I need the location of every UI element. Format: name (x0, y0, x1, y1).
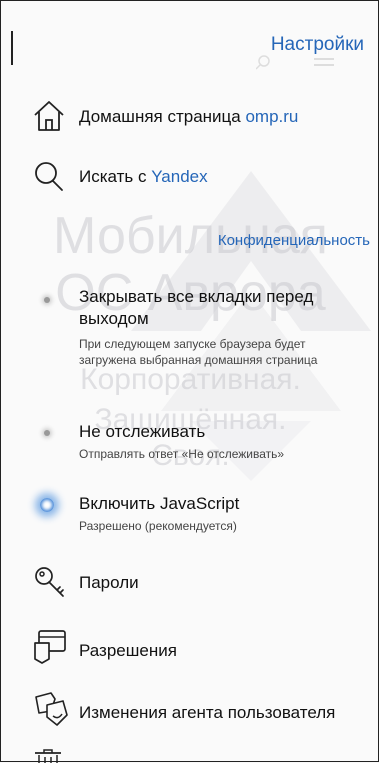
do-not-track-title: Не отслеживать (79, 422, 206, 441)
home-icon (33, 99, 65, 133)
faint-toolbar-icons (256, 55, 334, 70)
passwords-label: Пароли (79, 573, 139, 592)
search-engine-setting[interactable]: Искать с Yandex (1, 159, 379, 195)
close-tabs-option[interactable]: Закрывать все вкладки перед выходом При … (1, 286, 379, 396)
javascript-description: Разрешено (рекомендуется) (79, 519, 237, 533)
do-not-track-switch[interactable] (41, 427, 53, 439)
search-icon (33, 159, 65, 193)
close-tabs-title: Закрывать все вкладки перед выходом (79, 287, 314, 328)
homepage-setting[interactable]: Домашняя страница omp.ru (1, 99, 379, 135)
passwords-item[interactable]: Пароли (1, 563, 379, 603)
homepage-value[interactable]: omp.ru (245, 107, 298, 126)
user-agent-label: Изменения агента пользователя (79, 703, 336, 722)
text-cursor (11, 31, 13, 65)
key-icon (33, 565, 67, 599)
clear-data-item[interactable] (1, 749, 379, 763)
do-not-track-option[interactable]: Не отслеживать Отправлять ответ «Не отсл… (1, 421, 379, 471)
mask-icon (33, 691, 69, 727)
javascript-option[interactable]: Включить JavaScript Разрешено (рекоменду… (1, 493, 379, 543)
do-not-track-description: Отправлять ответ «Не отслеживать» (79, 447, 285, 461)
privacy-section-title: Конфиденциальность (217, 232, 370, 249)
trash-icon (33, 749, 63, 763)
user-agent-item[interactable]: Изменения агента пользователя (1, 691, 379, 731)
permissions-icon (33, 629, 67, 665)
close-tabs-switch[interactable] (41, 294, 53, 306)
javascript-switch[interactable] (40, 498, 54, 512)
permissions-label: Разрешения (79, 641, 177, 660)
close-tabs-description: При следующем запуске браузера будет заг… (79, 337, 318, 367)
permissions-item[interactable]: Разрешения (1, 629, 379, 669)
homepage-label: Домашняя страница (79, 107, 241, 126)
search-value[interactable]: Yandex (151, 167, 207, 186)
javascript-title: Включить JavaScript (79, 494, 240, 513)
search-label: Искать с (79, 167, 147, 186)
